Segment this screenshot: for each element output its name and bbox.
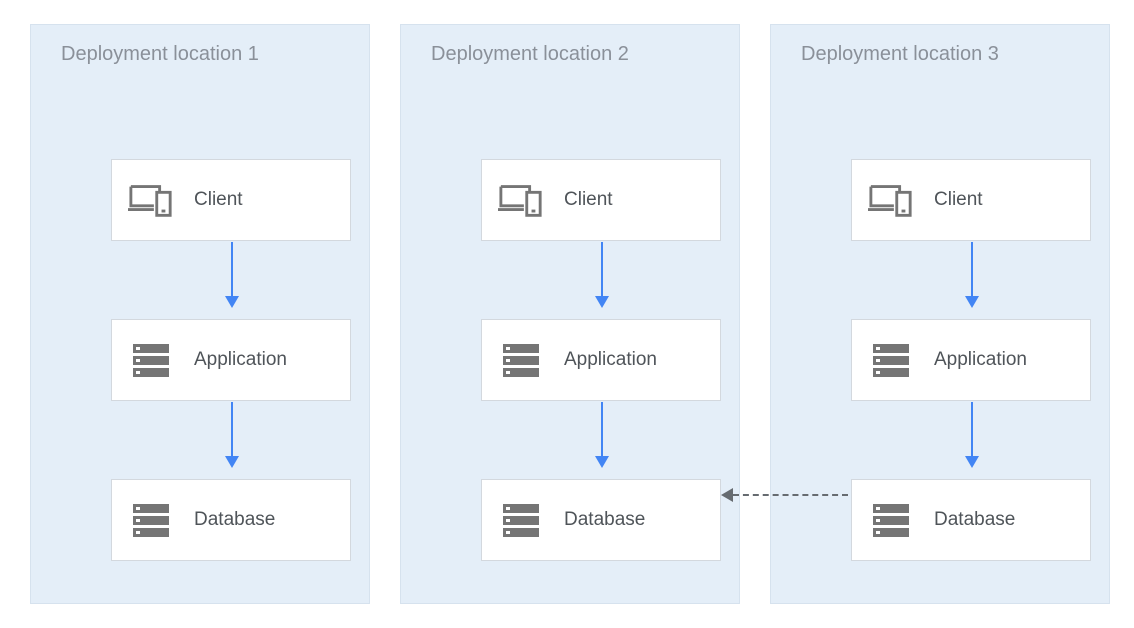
tier-application: Application: [111, 319, 351, 401]
tier-client: Client: [111, 159, 351, 241]
tier-label: Database: [194, 509, 275, 531]
server-icon: [868, 500, 914, 540]
devices-icon: [128, 180, 174, 220]
tier-label: Application: [934, 349, 1027, 371]
server-icon: [128, 340, 174, 380]
devices-icon: [498, 180, 544, 220]
tier-label: Database: [934, 509, 1015, 531]
tier-database: Database: [111, 479, 351, 561]
tier-application: Application: [851, 319, 1091, 401]
server-icon: [498, 500, 544, 540]
server-icon: [128, 500, 174, 540]
tier-label: Client: [934, 189, 983, 211]
tier-label: Database: [564, 509, 645, 531]
tier-application: Application: [481, 319, 721, 401]
tier-database: Database: [851, 479, 1091, 561]
devices-icon: [868, 180, 914, 220]
tier-label: Client: [564, 189, 613, 211]
location-panel-2: Deployment location 2 Client: [400, 24, 740, 604]
tier-label: Client: [194, 189, 243, 211]
tier-label: Application: [564, 349, 657, 371]
arrow-down-icon: [231, 242, 233, 306]
location-panel-1: Deployment location 1 Client: [30, 24, 370, 604]
tier-label: Application: [194, 349, 287, 371]
tier-client: Client: [481, 159, 721, 241]
arrow-down-icon: [971, 242, 973, 306]
server-icon: [498, 340, 544, 380]
arrow-down-icon: [601, 242, 603, 306]
location-title: Deployment location 2: [401, 43, 739, 66]
tier-client: Client: [851, 159, 1091, 241]
diagram-stage: Deployment location 1 Client: [0, 0, 1134, 628]
arrow-down-icon: [971, 402, 973, 466]
server-icon: [868, 340, 914, 380]
arrow-down-icon: [231, 402, 233, 466]
location-title: Deployment location 1: [31, 43, 369, 66]
arrow-down-icon: [601, 402, 603, 466]
location-panel-3: Deployment location 3 Client: [770, 24, 1110, 604]
tier-database: Database: [481, 479, 721, 561]
location-title: Deployment location 3: [771, 43, 1109, 66]
